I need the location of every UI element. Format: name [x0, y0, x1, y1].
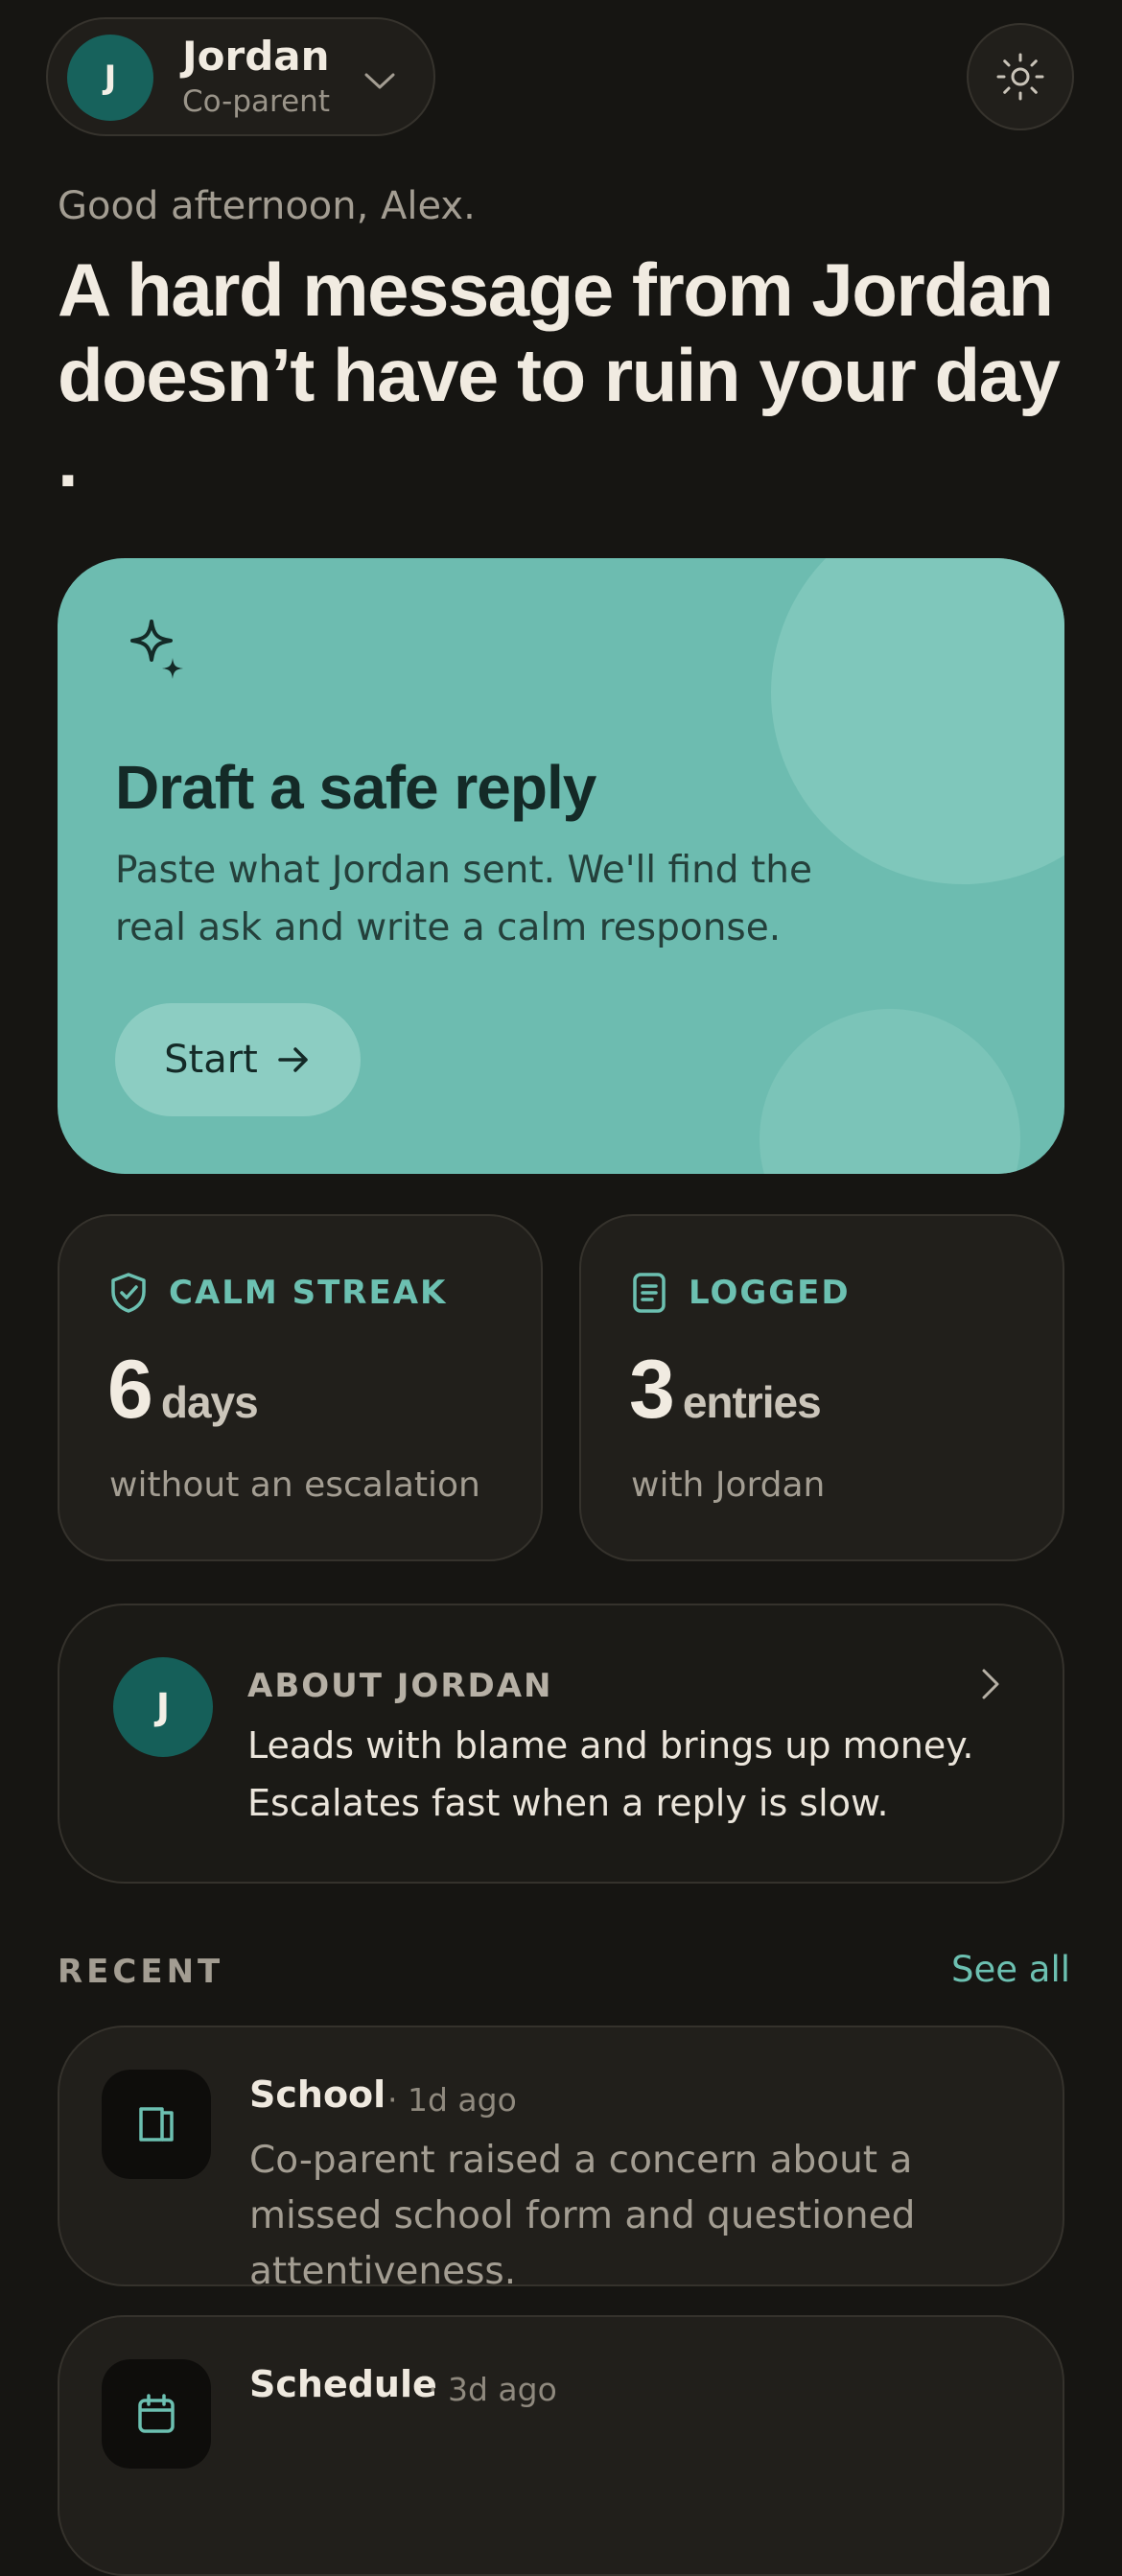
about-text: Leads with blame and brings up money. Es… — [247, 1724, 974, 1824]
chevron-down-icon — [364, 73, 395, 89]
item-title: Schedule — [249, 2363, 437, 2405]
recent-section-label: RECENT — [58, 1953, 224, 1991]
decorative-circle — [760, 1009, 1020, 1174]
item-icon-tile — [102, 2359, 211, 2469]
avatar: J — [113, 1657, 213, 1757]
profile-name: Jordan — [182, 33, 330, 80]
logged-entries-card[interactable]: LOGGED 3 entries with Jordan — [579, 1214, 1064, 1561]
avatar: J — [67, 35, 153, 121]
stat-unit: days — [160, 1377, 259, 1427]
shield-check-icon — [111, 1273, 146, 1313]
list-item[interactable]: School · 1d ago Co-parent raised a conce… — [58, 2026, 1064, 2293]
hero-description: Paste what Jordan sent. We'll find the r… — [115, 849, 812, 949]
hero-title: Draft a safe reply — [115, 753, 596, 822]
sparkle-icon — [130, 620, 183, 679]
chevron-right-icon — [982, 1669, 999, 1699]
book-icon — [139, 2107, 174, 2142]
decorative-circle — [771, 558, 1064, 884]
theme-toggle-button[interactable] — [967, 23, 1074, 130]
profile-switcher[interactable]: J Jordan Co-parent — [46, 17, 435, 136]
see-all-link[interactable]: See all — [951, 1949, 1070, 1990]
list-item[interactable]: Schedule · 3d ago — [58, 2315, 1064, 2576]
stat-value: 6 — [107, 1344, 153, 1436]
draft-reply-card[interactable]: Draft a safe reply Paste what Jordan sen… — [58, 558, 1064, 1174]
stat-label: LOGGED — [689, 1274, 851, 1312]
stat-value: 3 — [629, 1344, 675, 1436]
calendar-icon — [138, 2394, 175, 2433]
item-timestamp: · 1d ago — [387, 2081, 517, 2119]
about-label: ABOUT JORDAN — [247, 1667, 553, 1705]
about-jordan-card[interactable]: J ABOUT JORDAN Leads with blame and brin… — [58, 1604, 1064, 1884]
start-button[interactable]: Start — [115, 1003, 361, 1116]
item-icon-tile — [102, 2070, 211, 2179]
document-icon — [633, 1273, 666, 1313]
sun-icon — [996, 53, 1044, 101]
arrow-right-icon — [278, 1047, 308, 1072]
item-description: Co-parent raised a concern about a misse… — [249, 2139, 916, 2293]
profile-role: Co-parent — [182, 84, 330, 119]
calm-streak-card[interactable]: CALM STREAK 6 days without an escalation — [58, 1214, 543, 1561]
stat-label: CALM STREAK — [169, 1274, 448, 1312]
page-headline: A hard message from Jordan doesn’t have … — [58, 247, 1061, 503]
stat-subtitle: without an escalation — [109, 1465, 480, 1505]
start-button-label: Start — [164, 1038, 258, 1082]
item-title: School — [249, 2073, 386, 2116]
greeting: Good afternoon, Alex. — [58, 184, 476, 228]
stat-unit: entries — [682, 1377, 822, 1427]
stat-subtitle: with Jordan — [631, 1465, 826, 1505]
item-timestamp: · 3d ago — [428, 2371, 557, 2408]
